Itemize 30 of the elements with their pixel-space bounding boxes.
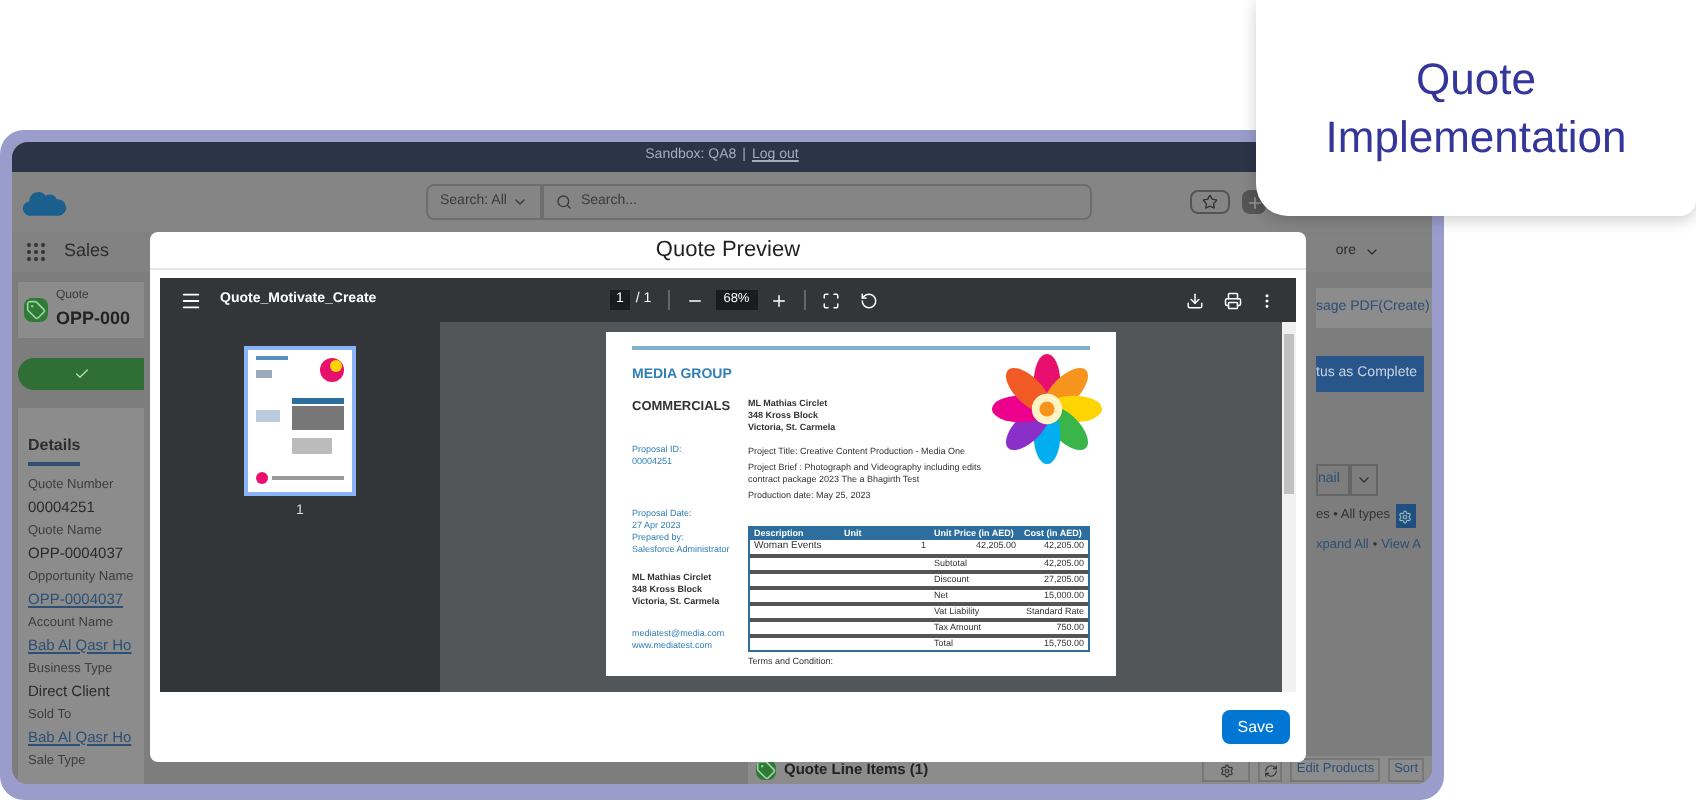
search-icon [556,194,573,210]
menu-icon[interactable] [180,289,202,311]
fit-page-icon[interactable] [821,291,840,309]
scrollbar[interactable] [1282,322,1296,692]
download-icon[interactable] [1186,291,1204,309]
details-tab[interactable]: Details [28,434,81,466]
caret-icon [1364,244,1380,260]
check-icon [73,366,89,382]
settings-button[interactable] [1395,504,1416,528]
card-title: Quote Implementation [1323,52,1629,166]
quote-icon [24,298,48,322]
record-name: OPP-000 [56,305,131,332]
caret-icon [512,194,529,210]
app-launcher-icon[interactable] [24,240,48,264]
plus-icon [1245,193,1264,211]
rotate-icon[interactable] [859,291,878,309]
favorites-button[interactable] [1190,190,1231,214]
gear-icon [1398,509,1413,523]
print-icon[interactable] [1224,291,1242,309]
star-icon [1202,194,1219,210]
refresh-icon [1263,763,1278,777]
save-button[interactable]: Save [1221,710,1290,744]
cloud-icon [22,187,66,217]
modal-title: Quote Preview [150,232,1306,270]
app-name: Sales [64,238,110,265]
caret-icon [1355,472,1372,488]
page-thumbnail[interactable] [244,346,356,496]
gear-icon [1219,763,1234,777]
zoom-in-icon[interactable] [769,291,788,309]
quote-line-icon [756,760,776,780]
